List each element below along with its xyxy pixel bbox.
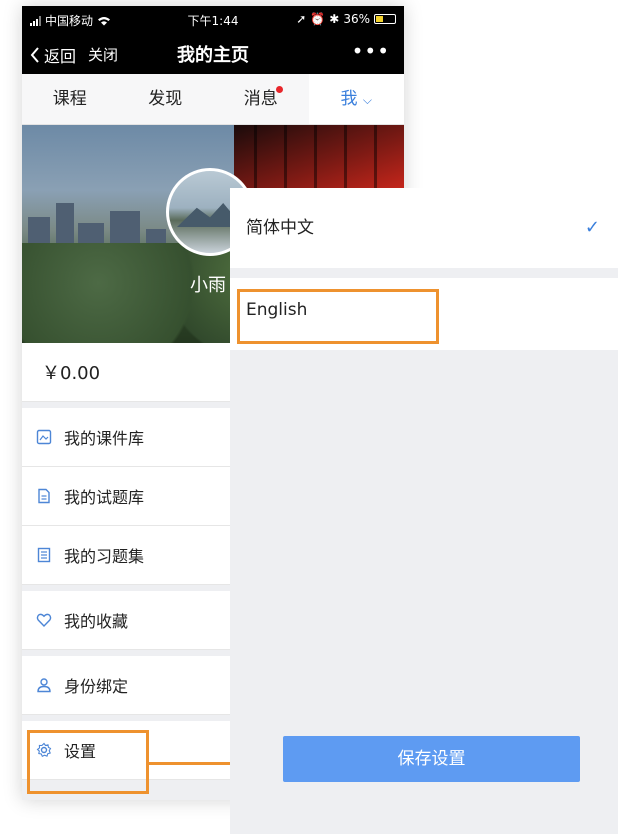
language-option-chinese[interactable]: 简体中文 ✓ (230, 188, 618, 268)
menu-item-label: 我的试题库 (64, 488, 145, 507)
battery-icon (374, 14, 396, 24)
status-right: ➚ ⏰ ✱ 36% (296, 12, 396, 26)
settings-highlight (27, 730, 149, 794)
checkmark-icon: ✓ (584, 217, 600, 238)
menu-item-label: 我的课件库 (64, 429, 145, 448)
user-icon (34, 675, 54, 695)
menu-item-label: 我的收藏 (64, 612, 129, 631)
page-title: 我的主页 (177, 45, 249, 66)
tab-bar: 课程 发现 消息 我 ⌵ (22, 74, 404, 125)
tab-label: 我 (340, 89, 358, 109)
document-icon (34, 486, 54, 506)
tab-me[interactable]: 我 ⌵ (308, 74, 404, 124)
language-option-label: 简体中文 (246, 218, 314, 238)
tab-discover[interactable]: 发现 (118, 74, 214, 124)
status-bar: 中国移动 下午1:44 ➚ ⏰ ✱ 36% (22, 6, 404, 32)
username: 小雨 (190, 275, 226, 296)
unread-dot (275, 86, 283, 93)
more-button[interactable]: ••• (352, 39, 390, 63)
heart-icon (34, 610, 54, 630)
list-document-icon (34, 545, 54, 565)
tab-label: 课程 (52, 89, 87, 109)
menu-item-label: 我的习题集 (64, 547, 145, 566)
nav-bar: 返回 关闭 我的主页 ••• (22, 32, 404, 74)
alarm-icon: ⏰ (310, 12, 326, 26)
tab-courses[interactable]: 课程 (22, 74, 118, 124)
courseware-icon (34, 427, 54, 447)
battery-percent: 36% (343, 12, 370, 26)
save-settings-button[interactable]: 保存设置 (283, 736, 580, 782)
language-panel: 简体中文 ✓ English 保存设置 (230, 188, 618, 834)
menu-item-label: 身份绑定 (64, 677, 129, 696)
tab-label: 发现 (148, 89, 183, 109)
chevron-down-icon: ⌵ (362, 93, 372, 107)
english-highlight (237, 289, 439, 344)
bluetooth-icon: ✱ (329, 12, 340, 26)
location-icon: ➚ (296, 12, 307, 26)
tab-label: 消息 (243, 89, 278, 109)
tab-messages[interactable]: 消息 (213, 74, 309, 124)
